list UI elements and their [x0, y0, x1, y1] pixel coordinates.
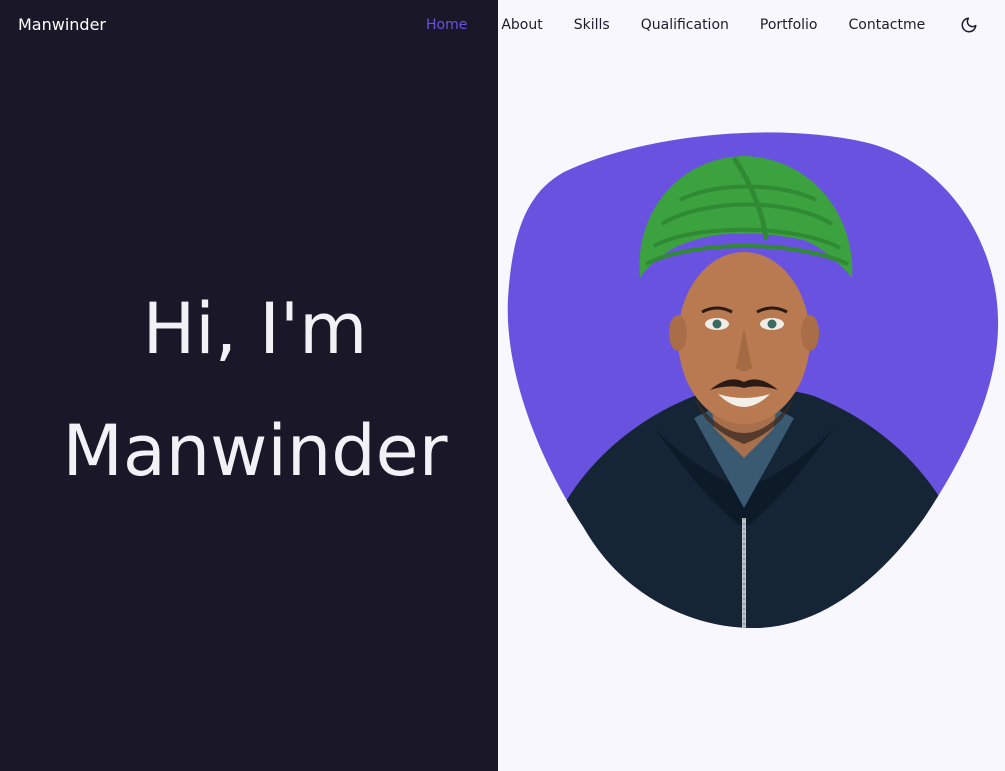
theme-toggle-button[interactable]	[959, 15, 979, 35]
nav-skills[interactable]: Skills	[574, 17, 610, 33]
main-nav: Home About Skills Qualification Portfoli…	[426, 15, 979, 35]
nav-about[interactable]: About	[501, 17, 542, 33]
hero-title-line-1: Hi, I'm	[142, 288, 368, 370]
nav-contactme[interactable]: Contactme	[848, 17, 925, 33]
site-header: Manwinder Home About Skills Qualificatio…	[0, 0, 1005, 52]
profile-photo	[507, 132, 999, 628]
nav-qualification[interactable]: Qualification	[641, 17, 729, 33]
nav-portfolio[interactable]: Portfolio	[760, 17, 818, 33]
profile-blob	[504, 128, 1000, 630]
hero-title: Hi, I'm Manwinder	[0, 268, 510, 512]
brand-logo[interactable]: Manwinder	[18, 15, 106, 34]
nav-home[interactable]: Home	[426, 17, 467, 33]
hero-cta-button[interactable]	[160, 632, 310, 660]
hero-title-line-2: Manwinder	[62, 410, 448, 492]
moon-icon	[961, 17, 977, 33]
